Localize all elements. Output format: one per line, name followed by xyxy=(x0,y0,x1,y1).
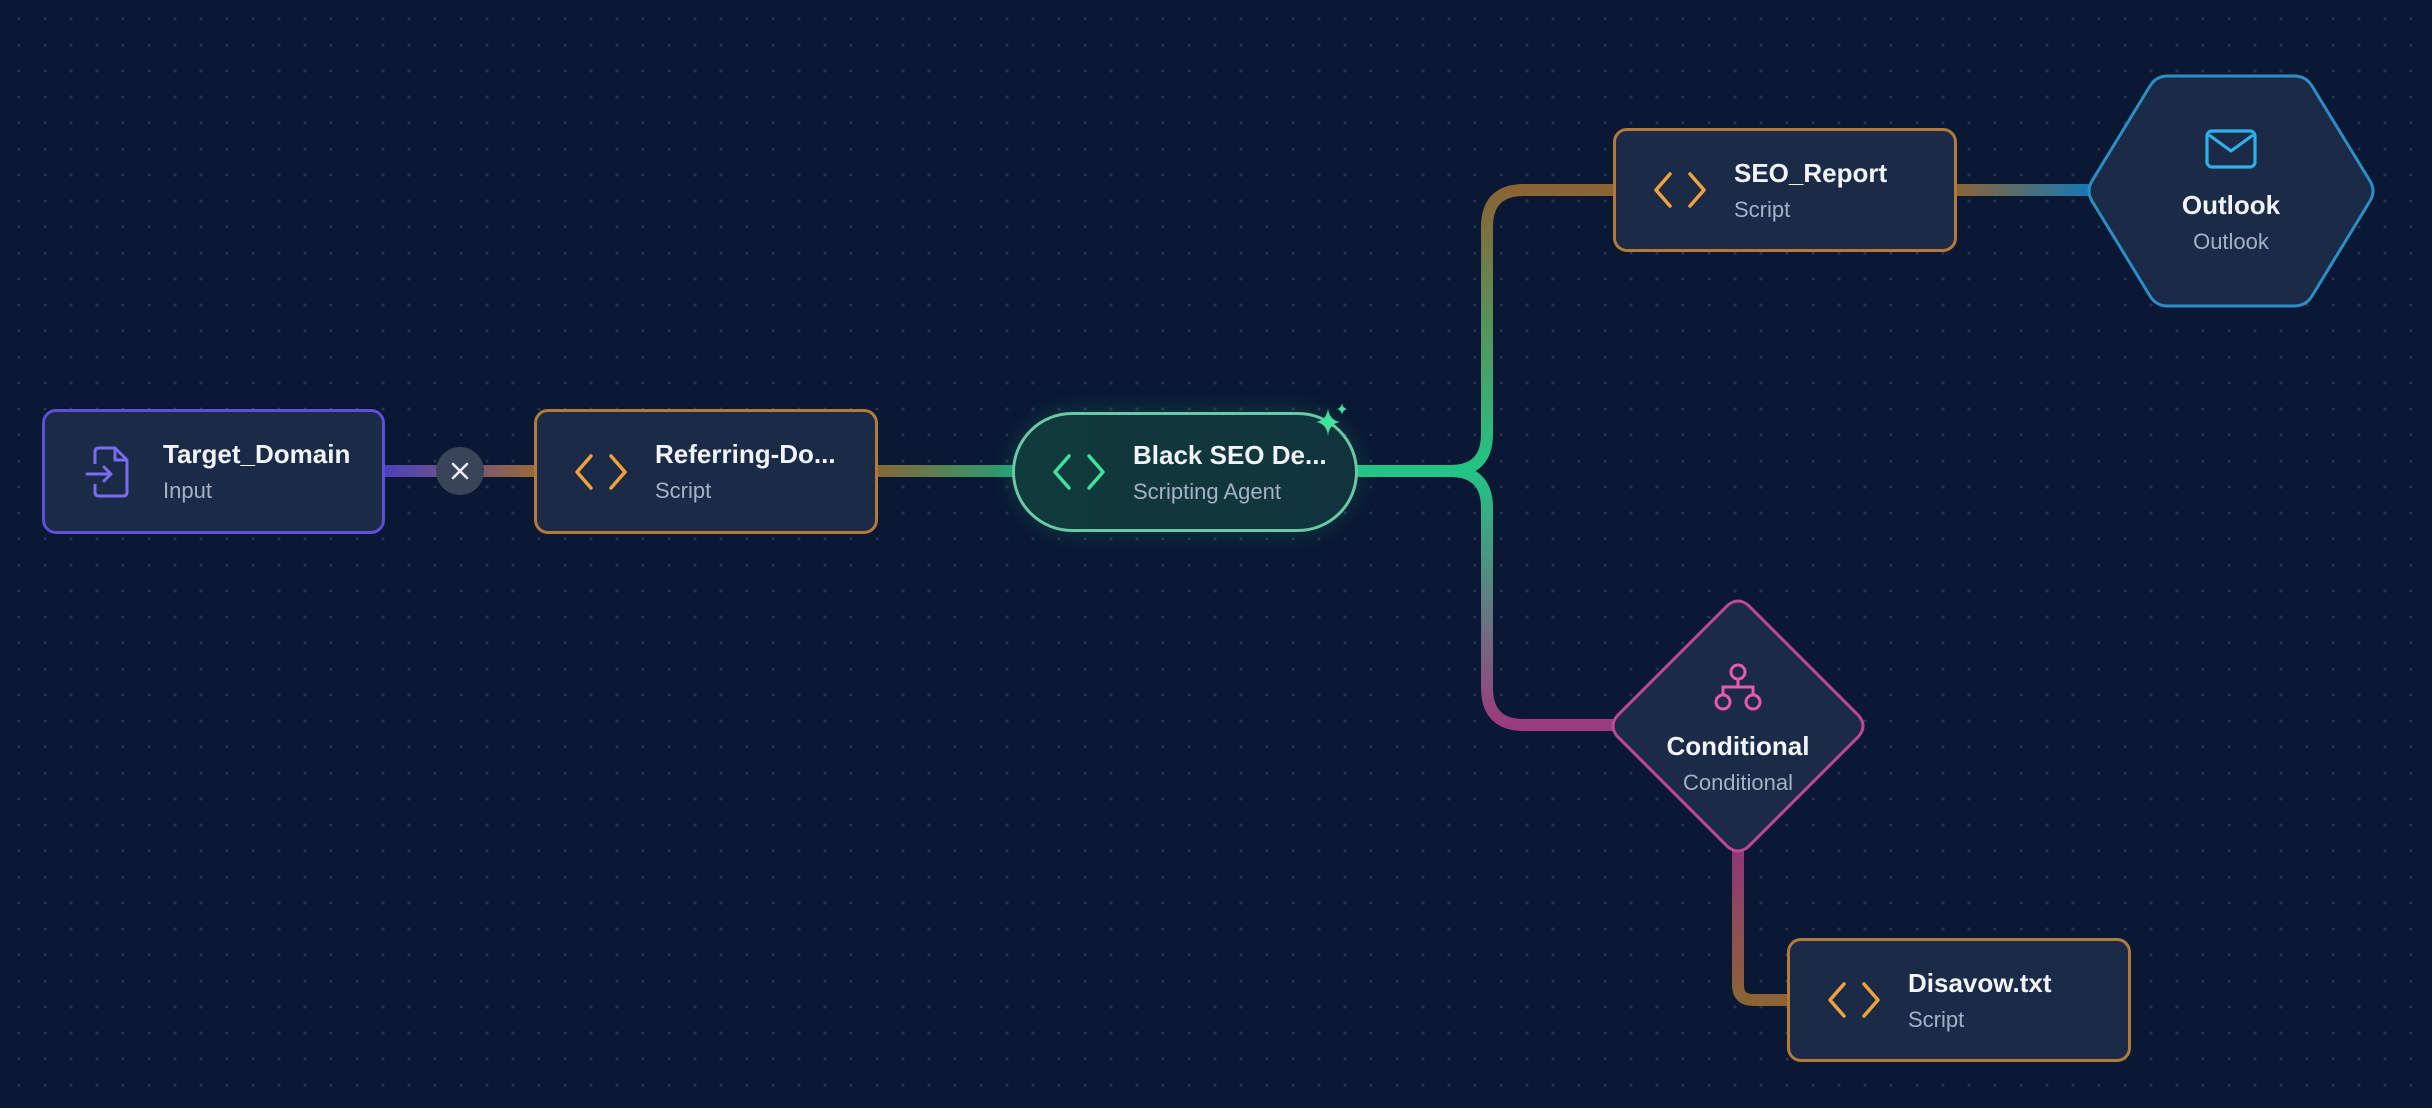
node-black-seo-agent[interactable]: Black SEO De... Scripting Agent xyxy=(1012,412,1358,532)
node-subtitle: Scripting Agent xyxy=(1133,478,1281,504)
node-title: Referring-Do... xyxy=(655,439,836,469)
node-target-domain[interactable]: Target_Domain Input xyxy=(42,409,385,534)
file-import-icon xyxy=(81,444,137,500)
node-disavow[interactable]: Disavow.txt Script xyxy=(1787,938,2131,1062)
node-subtitle: Outlook xyxy=(2193,229,2269,254)
sparkle-icon xyxy=(1316,403,1347,436)
node-seo-report[interactable]: SEO_Report Script xyxy=(1613,128,1957,252)
node-subtitle: Script xyxy=(1908,1006,1965,1032)
sitemap-icon xyxy=(1713,662,1763,717)
node-title: Target_Domain xyxy=(163,439,351,469)
edge-agent-to-seo-report[interactable] xyxy=(1355,184,1614,477)
node-subtitle: Input xyxy=(163,478,212,503)
node-outlook[interactable]: Outlook Outlook xyxy=(2084,73,2378,309)
close-icon xyxy=(451,462,469,480)
code-brackets-icon xyxy=(1652,162,1708,218)
node-title: Black SEO De... xyxy=(1133,439,1327,470)
node-conditional[interactable]: Conditional Conditional xyxy=(1611,599,1865,853)
workflow-canvas[interactable]: Target_Domain Input Referring-Do... Scri… xyxy=(0,0,2432,1108)
node-subtitle: Script xyxy=(1734,196,1791,222)
edge-agent-to-conditional[interactable] xyxy=(1355,465,1614,731)
node-referring-domains[interactable]: Referring-Do... Script xyxy=(534,409,878,534)
code-brackets-icon xyxy=(1826,972,1882,1028)
envelope-icon xyxy=(2203,127,2259,176)
edge-conditional-to-disavow[interactable] xyxy=(1732,850,1790,1006)
remove-edge-button[interactable] xyxy=(436,447,484,495)
node-title: SEO_Report xyxy=(1734,157,1888,188)
node-subtitle: Conditional xyxy=(1682,770,1794,795)
node-title: Outlook xyxy=(2181,190,2281,220)
node-subtitle: Script xyxy=(655,478,712,503)
code-brackets-icon xyxy=(1051,444,1107,500)
node-title: Disavow.txt xyxy=(1908,967,2052,998)
node-title: Conditional xyxy=(1666,731,1810,761)
code-brackets-icon xyxy=(573,444,629,500)
